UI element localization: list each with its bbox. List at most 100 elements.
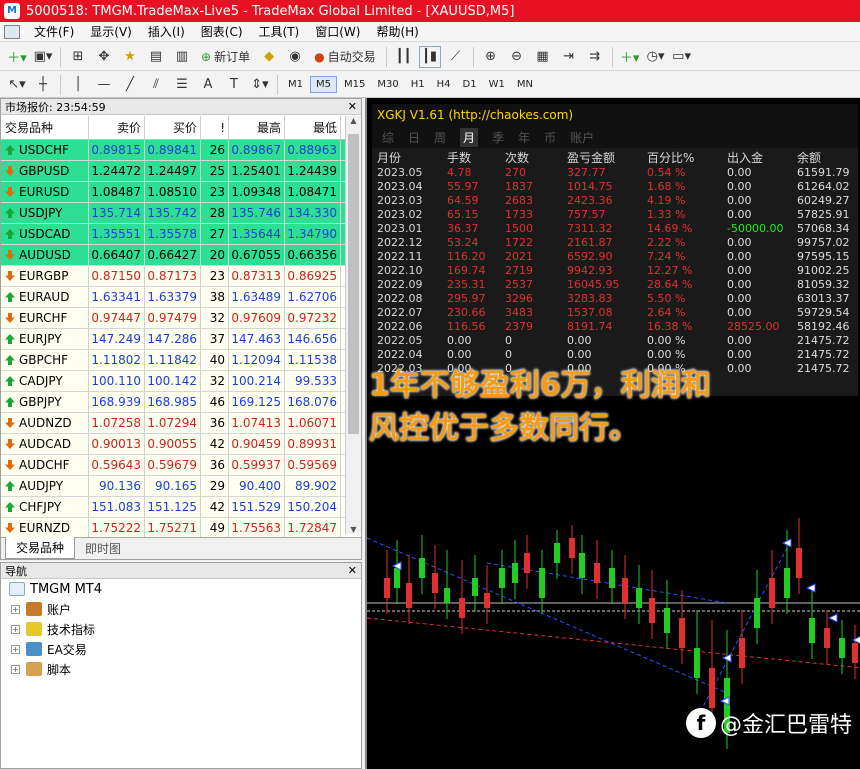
table-row[interactable]: EURNZD 1.75222 1.75271 49 1.75563 1.72847 [1,518,346,539]
signals-icon[interactable]: ◉ [284,46,306,68]
crosshair-icon[interactable]: ┼ [32,74,54,96]
zoom-out-icon[interactable]: ⊖ [506,46,528,68]
column-header-bid[interactable]: 卖价 [89,116,145,139]
table-row[interactable]: AUDJPY 90.136 90.165 29 90.400 89.902 [1,476,346,497]
navigator-icon[interactable]: ★ [119,46,141,68]
autoscroll-icon[interactable]: ⇉ [584,46,606,68]
menu-insert[interactable]: 插入(I) [140,23,193,40]
table-row[interactable]: EURJPY 147.249 147.286 37 147.463 146.656 [1,329,346,350]
table-row[interactable]: EURGBP 0.87150 0.87173 23 0.87313 0.86925 [1,266,346,287]
zoom-in-icon[interactable]: ⊕ [480,46,502,68]
menu-help[interactable]: 帮助(H) [368,23,426,40]
timeframe-d1[interactable]: D1 [458,77,482,92]
timeframe-m1[interactable]: M1 [283,77,308,92]
trendline-icon[interactable]: ╱ [119,74,141,96]
terminal-icon[interactable]: ▤ [145,46,167,68]
table-row[interactable]: AUDNZD 1.07258 1.07294 36 1.07413 1.06071 [1,413,346,434]
table-row[interactable]: USDCAD 1.35551 1.35578 27 1.35644 1.34790 [1,224,346,245]
text-label-icon[interactable]: T [223,74,245,96]
stats-tab[interactable]: 综 [382,129,394,146]
table-row[interactable]: AUDCHF 0.59643 0.59679 36 0.59937 0.59569 [1,455,346,476]
timeframe-m5[interactable]: M5 [310,76,337,93]
column-header-symbol[interactable]: 交易品种 [1,116,89,139]
document-icon[interactable] [4,24,20,39]
candlestick-icon[interactable]: ┃▮ [418,45,441,68]
periods-icon[interactable]: ◷▾ [645,46,667,68]
metaeditor-icon[interactable]: ◆ [258,46,280,68]
table-row[interactable]: CHFJPY 151.083 151.125 42 151.529 150.204 [1,497,346,518]
data-window-icon[interactable]: ✥ [93,46,115,68]
new-order-button[interactable]: ⊕ 新订单 [197,46,254,68]
stats-tab[interactable]: 月 [460,127,479,147]
cursor-icon[interactable]: ↖▾ [6,74,28,96]
menu-view[interactable]: 显示(V) [82,23,140,40]
line-chart-icon[interactable]: ⟋ [445,46,467,68]
stats-tab[interactable]: 日 [408,129,420,146]
stats-tab[interactable]: 周 [434,129,446,146]
navigator-root[interactable]: TMGM MT4 [1,579,361,599]
expand-icon[interactable]: + [11,624,20,634]
chart-window[interactable]: XGKJ V1.61 (http://chaokes.com) 综日周月季年币账… [365,98,860,769]
auto-trading-button[interactable]: ● 自动交易 [310,46,380,68]
fibonacci-icon[interactable]: ☰ [171,74,193,96]
tester-icon[interactable]: ▥ [171,46,193,68]
indicators-icon[interactable]: ＋▾ [619,46,641,68]
expand-icon[interactable]: + [11,644,20,654]
column-header-ask[interactable]: 买价 [145,116,201,139]
stats-tab[interactable]: 季 [492,129,504,146]
expand-icon[interactable]: + [11,664,20,674]
table-row[interactable]: USDJPY 135.714 135.742 28 135.746 134.330 [1,203,346,224]
column-header-spread[interactable]: ! [201,116,229,139]
table-row[interactable]: USDCHF 0.89815 0.89841 26 0.89867 0.88963 [1,140,346,161]
timeframe-mn[interactable]: MN [512,77,538,92]
chart-shift-icon[interactable]: ⇥ [558,46,580,68]
table-row[interactable]: GBPJPY 168.939 168.985 46 169.125 168.076 [1,392,346,413]
navigator-item-accounts[interactable]: + 账户 [1,599,361,619]
text-icon[interactable]: A [197,74,219,96]
table-row[interactable]: EURUSD 1.08487 1.08510 23 1.09348 1.08471 [1,182,346,203]
navigator-item-scripts[interactable]: + 脚本 [1,659,361,679]
column-header-low[interactable]: 最低 [285,116,341,139]
tab-tick-chart[interactable]: 即时图 [75,538,131,559]
table-row[interactable]: CADJPY 100.110 100.142 32 100.214 99.533 [1,371,346,392]
stats-tab[interactable]: 账户 [570,129,594,146]
profiles-icon[interactable]: ▣▾ [32,46,54,68]
table-row[interactable]: EURAUD 1.63341 1.63379 38 1.63489 1.62706 [1,287,346,308]
scroll-down-icon[interactable]: ▼ [346,525,361,534]
close-icon[interactable]: ✕ [348,100,357,113]
bar-chart-icon[interactable]: ┃┃ [393,46,415,68]
navigator-item-experts[interactable]: + EA交易 [1,639,361,659]
tab-symbols[interactable]: 交易品种 [5,537,76,559]
stats-tab[interactable]: 年 [518,129,530,146]
menu-file[interactable]: 文件(F) [26,23,82,40]
menu-tools[interactable]: 工具(T) [251,23,308,40]
timeframe-m30[interactable]: M30 [372,77,403,92]
horizontal-line-icon[interactable]: — [93,74,115,96]
table-row[interactable]: EURCHF 0.97447 0.97479 32 0.97609 0.97232 [1,308,346,329]
table-row[interactable]: AUDCAD 0.90013 0.90055 42 0.90459 0.89931 [1,434,346,455]
table-row[interactable]: GBPUSD 1.24472 1.24497 25 1.25401 1.24439 [1,161,346,182]
timeframe-w1[interactable]: W1 [484,77,510,92]
new-chart-icon[interactable]: ＋▾ [6,46,28,68]
menu-charts[interactable]: 图表(C) [193,23,251,40]
market-watch-scrollbar[interactable]: ▲ ▼ [345,116,361,534]
stats-tab[interactable]: 币 [544,129,556,146]
expand-icon[interactable]: + [11,604,20,614]
vertical-line-icon[interactable]: │ [67,74,89,96]
timeframe-m15[interactable]: M15 [339,77,370,92]
column-header-high[interactable]: 最高 [229,116,285,139]
scroll-up-icon[interactable]: ▲ [346,116,361,125]
timeframe-h4[interactable]: H4 [432,77,456,92]
scrollbar-thumb[interactable] [348,134,359,434]
menu-window[interactable]: 窗口(W) [307,23,368,40]
arrows-icon[interactable]: ⇕▾ [249,74,271,96]
close-icon[interactable]: ✕ [348,564,357,577]
navigator-item-indicators[interactable]: + 技术指标 [1,619,361,639]
channel-icon[interactable]: ⫽ [145,74,167,96]
templates-icon[interactable]: ▭▾ [671,46,693,68]
timeframe-h1[interactable]: H1 [406,77,430,92]
tile-windows-icon[interactable]: ▦ [532,46,554,68]
table-row[interactable]: GBPCHF 1.11802 1.11842 40 1.12094 1.11538 [1,350,346,371]
table-row[interactable]: AUDUSD 0.66407 0.66427 20 0.67055 0.66356 [1,245,346,266]
market-watch-icon[interactable]: ⊞ [67,46,89,68]
